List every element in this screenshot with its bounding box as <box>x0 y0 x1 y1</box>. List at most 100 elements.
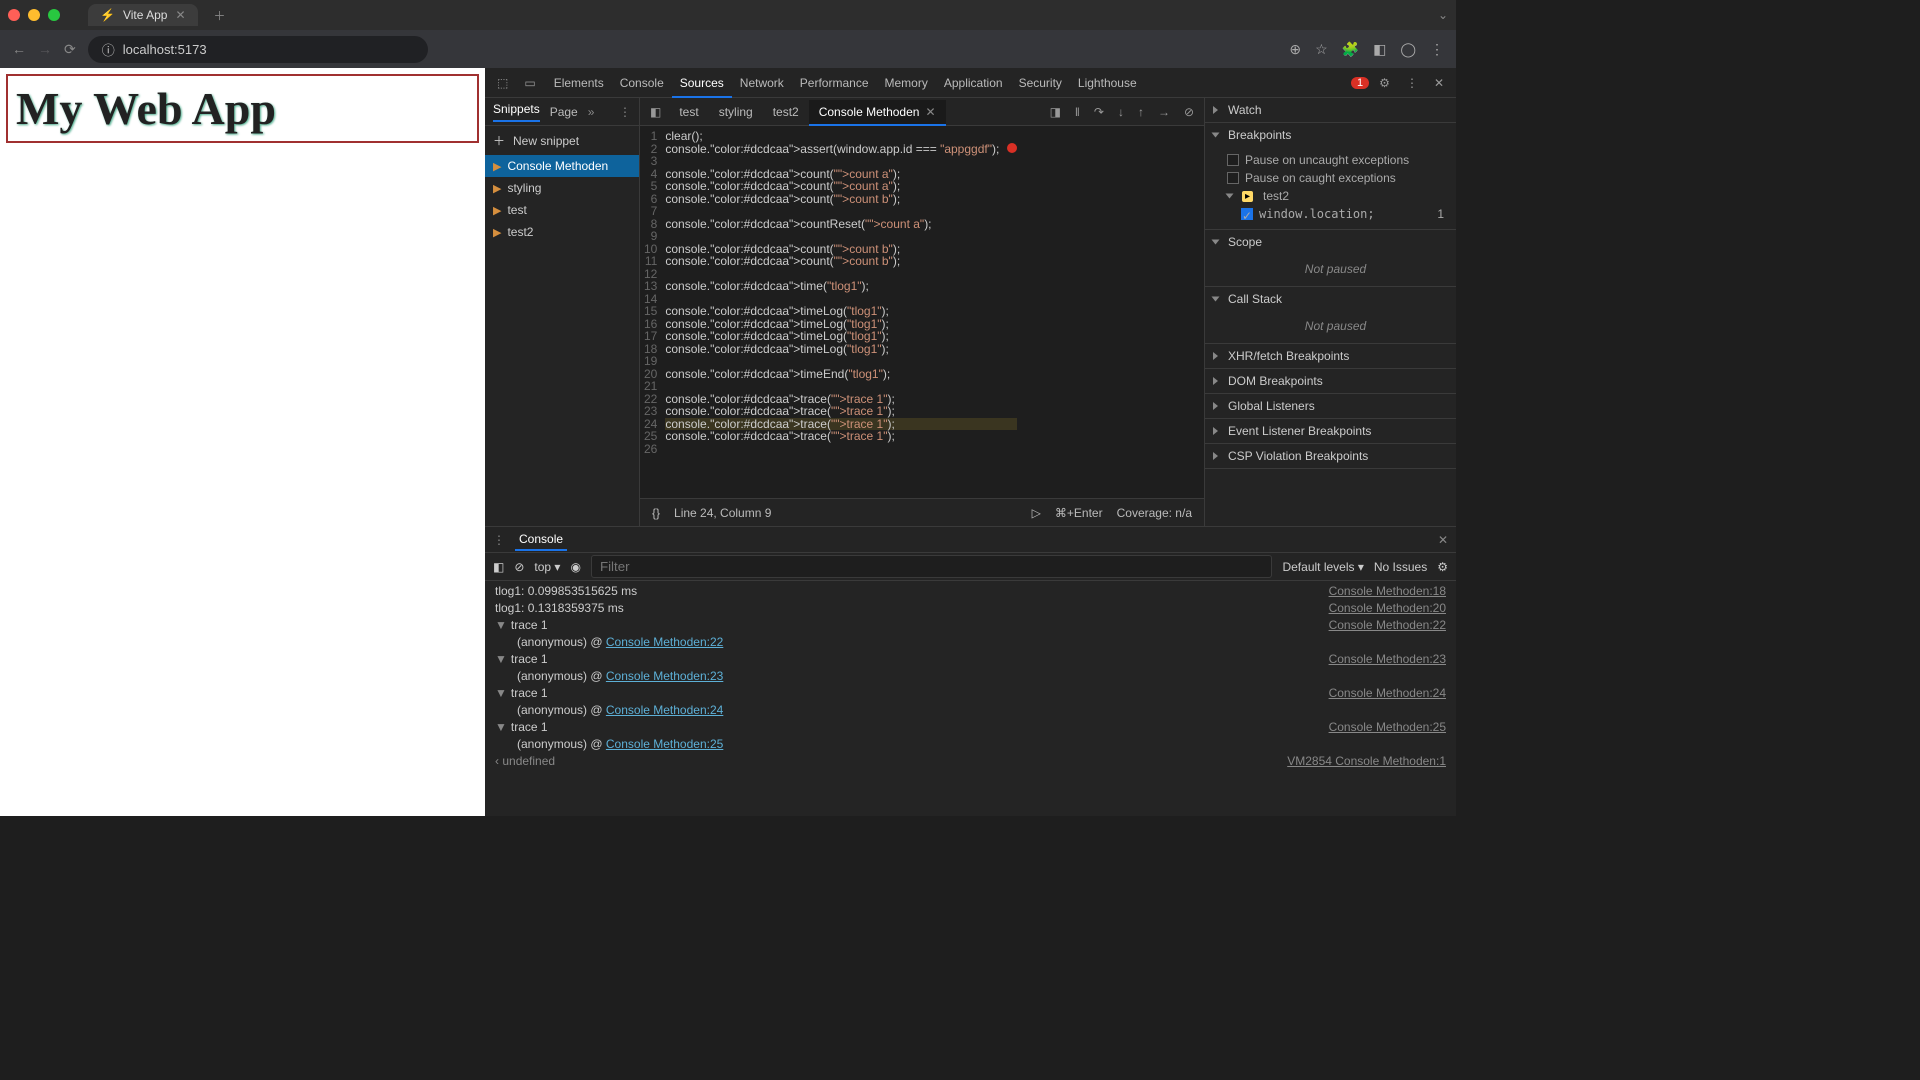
issues-label[interactable]: No Issues <box>1374 560 1427 574</box>
more-icon[interactable]: ⋮ <box>1400 76 1424 90</box>
close-tab-icon[interactable]: ✕ <box>925 105 935 119</box>
plus-icon: ＋ <box>493 132 505 149</box>
log-source-link[interactable]: Console Methoden:25 <box>606 737 723 751</box>
snippets-tab[interactable]: Snippets <box>493 102 540 122</box>
bp-checkbox[interactable]: ✓ <box>1241 208 1253 220</box>
log-source-link[interactable]: VM2854 Console Methoden:1 <box>1287 754 1446 768</box>
live-expression-icon[interactable]: ◉ <box>570 560 580 574</box>
url-bar: ← → ⟳ ⓘ localhost:5173 ⊕ ☆ 🧩 ◧ ◯ ⋮ <box>0 30 1456 68</box>
snippet-item[interactable]: ▶styling <box>485 177 639 199</box>
dom-section[interactable]: DOM Breakpoints <box>1205 369 1456 393</box>
console-filter-input[interactable] <box>591 555 1273 578</box>
snippet-item[interactable]: ▶Console Methoden <box>485 155 639 177</box>
editor-tab[interactable]: styling <box>709 100 763 124</box>
toggle-right-icon[interactable]: ◨ <box>1044 105 1067 119</box>
snippet-item[interactable]: ▶test <box>485 199 639 221</box>
inspect-icon[interactable]: ⬚ <box>491 76 514 90</box>
clear-console-icon[interactable]: ⊘ <box>514 560 524 574</box>
log-source-link[interactable]: Console Methoden:22 <box>606 635 723 649</box>
devtools-tab-console[interactable]: Console <box>612 70 672 96</box>
global-section[interactable]: Global Listeners <box>1205 394 1456 418</box>
code-editor[interactable]: 1234567891011121314151617181920212223242… <box>640 126 1204 498</box>
pause-icon[interactable]: ‖ <box>1069 105 1086 119</box>
log-source-link[interactable]: Console Methoden:23 <box>1329 652 1446 666</box>
run-icon[interactable]: ▷ <box>1032 506 1041 520</box>
site-info-icon[interactable]: ⓘ <box>102 40 115 59</box>
close-window-icon[interactable] <box>8 9 20 21</box>
reload-icon[interactable]: ⟳ <box>64 41 76 58</box>
deactivate-bp-icon[interactable]: ⊘ <box>1178 105 1200 119</box>
log-source-link[interactable]: Console Methoden:25 <box>1329 720 1446 734</box>
levels-selector[interactable]: Default levels ▾ <box>1282 560 1363 574</box>
coverage-label: Coverage: n/a <box>1117 506 1192 520</box>
editor-tab[interactable]: test2 <box>763 100 809 124</box>
sidebar-menu-icon[interactable]: ⋮ <box>619 105 631 119</box>
new-tab-icon[interactable]: ＋ <box>214 7 226 24</box>
page-viewport: My Web App <box>0 68 485 816</box>
address-field[interactable]: ⓘ localhost:5173 <box>88 36 428 63</box>
bookmark-icon[interactable]: ☆ <box>1315 41 1328 58</box>
event-section[interactable]: Event Listener Breakpoints <box>1205 419 1456 443</box>
log-source-link[interactable]: Console Methoden:20 <box>1329 601 1446 615</box>
callstack-section[interactable]: Call Stack <box>1205 287 1456 311</box>
console-settings-icon[interactable]: ⚙ <box>1437 560 1448 574</box>
step-icon[interactable]: → <box>1152 105 1176 119</box>
settings-icon[interactable]: ⚙ <box>1373 76 1396 90</box>
watch-section[interactable]: Watch <box>1205 98 1456 122</box>
step-out-icon[interactable]: ↑ <box>1132 105 1150 119</box>
step-over-icon[interactable]: ↷ <box>1088 105 1110 119</box>
breakpoint-group[interactable]: ▸test2 <box>1227 187 1444 205</box>
minimize-window-icon[interactable] <box>28 9 40 21</box>
menu-icon[interactable]: ⋮ <box>1430 41 1444 58</box>
sidepanel-icon[interactable]: ◧ <box>1373 41 1386 58</box>
browser-tab[interactable]: ⚡ Vite App ✕ <box>88 4 198 26</box>
context-selector[interactable]: top ▾ <box>534 560 560 574</box>
devtools-tab-network[interactable]: Network <box>732 70 792 96</box>
device-icon[interactable]: ▭ <box>518 76 541 90</box>
expand-tabs-icon[interactable]: ⌄ <box>1438 8 1448 22</box>
drawer-menu-icon[interactable]: ⋮ <box>493 533 505 547</box>
toggle-sidebar-icon[interactable]: ◧ <box>644 105 667 119</box>
editor-tab[interactable]: Console Methoden✕ <box>809 100 946 126</box>
devtools-tab-elements[interactable]: Elements <box>546 70 612 96</box>
log-source-link[interactable]: Console Methoden:18 <box>1329 584 1446 598</box>
devtools-tab-lighthouse[interactable]: Lighthouse <box>1070 70 1145 96</box>
forward-icon[interactable]: → <box>38 41 52 57</box>
close-tab-icon[interactable]: ✕ <box>175 8 185 22</box>
uncaught-checkbox[interactable] <box>1227 154 1239 166</box>
run-hint: ⌘+Enter <box>1055 506 1103 520</box>
xhr-section[interactable]: XHR/fetch Breakpoints <box>1205 344 1456 368</box>
caught-checkbox[interactable] <box>1227 172 1239 184</box>
page-tab[interactable]: Page <box>550 105 578 119</box>
breakpoint-item[interactable]: ✓window.location;1 <box>1227 205 1444 223</box>
maximize-window-icon[interactable] <box>48 9 60 21</box>
scope-section[interactable]: Scope <box>1205 230 1456 254</box>
close-drawer-icon[interactable]: ✕ <box>1438 533 1448 547</box>
devtools-tab-memory[interactable]: Memory <box>877 70 936 96</box>
log-source-link[interactable]: Console Methoden:23 <box>606 669 723 683</box>
breakpoints-section[interactable]: Breakpoints <box>1205 123 1456 147</box>
log-source-link[interactable]: Console Methoden:24 <box>606 703 723 717</box>
profile-icon[interactable]: ◯ <box>1400 41 1416 58</box>
devtools-tab-sources[interactable]: Sources <box>672 70 732 98</box>
csp-section[interactable]: CSP Violation Breakpoints <box>1205 444 1456 468</box>
snippet-item[interactable]: ▶test2 <box>485 221 639 243</box>
error-badge[interactable]: 1 <box>1351 77 1369 89</box>
log-source-link[interactable]: Console Methoden:24 <box>1329 686 1446 700</box>
step-into-icon[interactable]: ↓ <box>1112 105 1130 119</box>
more-tabs-icon[interactable]: » <box>588 105 595 119</box>
extensions-icon[interactable]: 🧩 <box>1342 41 1359 58</box>
log-source-link[interactable]: Console Methoden:22 <box>1329 618 1446 632</box>
snippet-icon: ▶ <box>493 226 501 239</box>
new-snippet-button[interactable]: ＋ New snippet <box>485 126 639 155</box>
zoom-icon[interactable]: ⊕ <box>1289 41 1301 58</box>
back-icon[interactable]: ← <box>12 41 26 57</box>
sidebar-toggle-icon[interactable]: ◧ <box>493 560 504 574</box>
format-icon[interactable]: {} <box>652 506 660 520</box>
devtools-tab-application[interactable]: Application <box>936 70 1011 96</box>
devtools-tab-security[interactable]: Security <box>1011 70 1070 96</box>
console-tab[interactable]: Console <box>515 529 567 551</box>
editor-tab[interactable]: test <box>669 100 708 124</box>
close-devtools-icon[interactable]: ✕ <box>1428 76 1450 90</box>
devtools-tab-performance[interactable]: Performance <box>792 70 877 96</box>
